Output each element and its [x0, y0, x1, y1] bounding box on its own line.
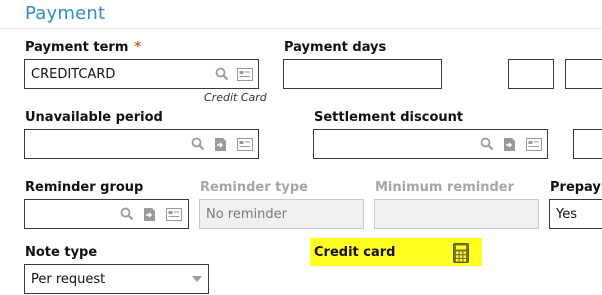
settlement-discount-field[interactable]	[313, 129, 548, 159]
list-card-icon[interactable]	[525, 135, 543, 153]
add-record-icon[interactable]	[141, 205, 159, 223]
prepayment-label: Prepaym	[550, 180, 602, 195]
payment-days-label: Payment days	[284, 40, 387, 55]
payment-term-hint: Credit Card	[204, 91, 267, 104]
reminder-type-label: Reminder type	[200, 180, 308, 195]
search-icon[interactable]	[213, 65, 231, 83]
payment-term-label-text: Payment term	[25, 40, 129, 55]
payment-term-field[interactable]: CREDITCARD	[24, 59, 259, 89]
settlement-discount-label: Settlement discount	[314, 110, 464, 125]
prepayment-field[interactable]: Yes	[549, 199, 602, 229]
search-icon[interactable]	[189, 135, 207, 153]
payment-days-extra-input-1[interactable]	[508, 59, 554, 89]
section-divider	[0, 28, 602, 29]
unavailable-period-label: Unavailable period	[25, 110, 163, 125]
unavailable-period-field[interactable]	[24, 129, 259, 159]
note-type-label: Note type	[25, 245, 98, 260]
payment-days-input[interactable]	[283, 59, 442, 89]
add-record-icon[interactable]	[501, 135, 519, 153]
add-record-icon[interactable]	[212, 135, 230, 153]
search-icon[interactable]	[478, 135, 496, 153]
minimum-reminder-label: Minimum reminder	[375, 180, 514, 195]
settlement-discount-extra-input[interactable]	[573, 129, 602, 159]
credit-card-label: Credit card	[314, 245, 396, 260]
list-card-icon[interactable]	[236, 135, 254, 153]
list-card-icon[interactable]	[165, 205, 183, 223]
search-icon[interactable]	[118, 205, 136, 223]
list-card-icon[interactable]	[236, 65, 254, 83]
reminder-group-field[interactable]	[24, 199, 189, 229]
reminder-type-field: No reminder	[199, 199, 364, 229]
required-marker: *	[134, 40, 142, 55]
payment-term-value: CREDITCARD	[31, 66, 116, 82]
chevron-down-icon[interactable]	[188, 270, 206, 288]
section-title: Payment	[25, 3, 106, 24]
minimum-reminder-field	[374, 199, 539, 229]
calculator-icon[interactable]	[453, 243, 471, 263]
payment-term-label: Payment term *	[25, 40, 141, 55]
payment-days-extra-input-2[interactable]	[565, 59, 602, 89]
reminder-group-label: Reminder group	[25, 180, 144, 195]
note-type-value: Per request	[31, 271, 106, 287]
note-type-select[interactable]: Per request	[24, 264, 209, 294]
